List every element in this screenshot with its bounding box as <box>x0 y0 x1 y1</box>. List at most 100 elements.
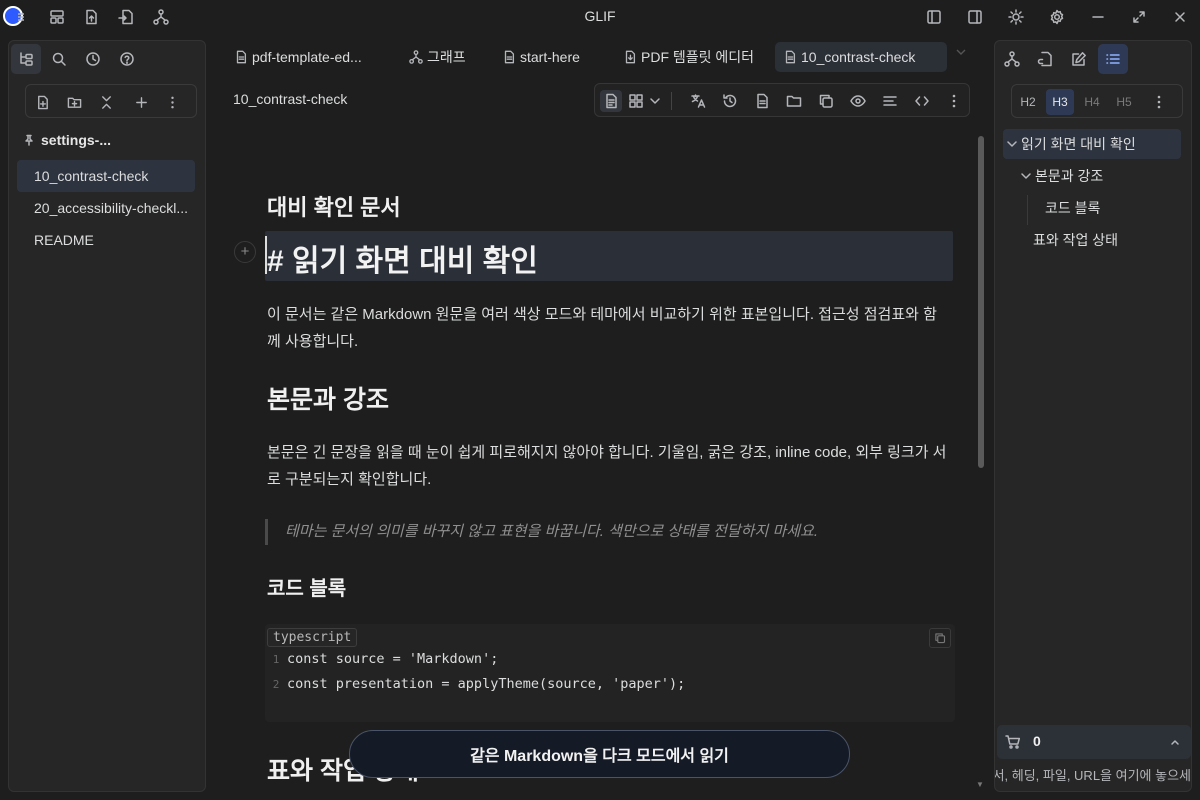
outline-options-button[interactable] <box>1146 89 1172 115</box>
new-folder-button[interactable] <box>63 91 85 113</box>
tab-recent[interactable] <box>78 44 108 74</box>
vault-name: settings-... <box>41 132 112 148</box>
reading-view-button[interactable] <box>600 90 622 112</box>
copy-button[interactable] <box>815 90 837 112</box>
right-sidebar: H2 H3 H4 H5 읽기 화면 대비 확인 본문과 강조 코드 블록 표와 … <box>994 40 1192 792</box>
collapse-icon <box>101 95 111 109</box>
preview-button[interactable] <box>847 90 869 112</box>
view-mode-dropdown[interactable] <box>647 90 663 112</box>
new-folder-icon <box>67 97 81 108</box>
chevron-down-icon <box>956 49 966 55</box>
read-in-dark-mode-button[interactable]: 같은 Markdown을 다크 모드에서 읽기 <box>349 730 850 778</box>
tab-pdf-template-editor-file[interactable]: pdf-template-ed... <box>226 42 370 72</box>
tab-help[interactable] <box>112 44 142 74</box>
translate-button[interactable] <box>687 90 709 112</box>
outline-item[interactable]: 본문과 강조 <box>1019 161 1103 191</box>
tab-label: pdf-template-ed... <box>252 49 362 65</box>
heading-2: 본문과 강조 <box>267 386 389 414</box>
open-folder-button[interactable] <box>783 90 805 112</box>
minimize-icon <box>1092 16 1104 18</box>
chevron-down-icon <box>1007 141 1017 147</box>
file-link-icon <box>1037 51 1052 67</box>
gear-icon <box>1050 9 1064 25</box>
tab-edit[interactable] <box>1064 44 1094 74</box>
outline-item[interactable]: 표와 작업 상태 <box>1033 225 1118 255</box>
heading-level-h3[interactable]: H3 <box>1046 89 1074 115</box>
document-heading: 대비 확인 문서 <box>267 195 401 220</box>
align-button[interactable] <box>879 90 901 112</box>
paragraph-line: 본문은 긴 문장을 읽을 때 눈이 쉽게 피로해지지 않아야 합니다. 기울임,… <box>267 444 947 461</box>
outline-item[interactable]: 읽기 화면 대비 확인 <box>1003 129 1181 159</box>
settings-button[interactable] <box>1045 5 1069 29</box>
file-item[interactable]: README <box>17 224 195 256</box>
folder-icon <box>786 95 802 107</box>
tab-bar: pdf-template-ed... 그래프 start-here PDF 템플… <box>214 40 986 74</box>
outline-indent-guide <box>1027 195 1028 225</box>
toggle-left-sidebar-button[interactable] <box>922 5 946 29</box>
tab-10-contrast-check[interactable]: 10_contrast-check <box>775 42 947 72</box>
cart-bar[interactable]: 0 <box>997 725 1191 759</box>
source-mode-button[interactable] <box>911 90 933 112</box>
add-block-button[interactable]: + <box>234 241 256 263</box>
theme-toggle-button[interactable] <box>1004 5 1028 29</box>
sun-icon <box>1008 9 1024 25</box>
tab-pdf-template-editor[interactable]: PDF 템플릿 에디터 <box>615 42 762 72</box>
tab-file-explorer[interactable] <box>11 44 41 74</box>
more-vertical-icon <box>1157 95 1161 109</box>
tab-backlinks[interactable] <box>1030 44 1060 74</box>
page-button[interactable] <box>751 90 773 112</box>
tab-start-here[interactable]: start-here <box>494 42 588 72</box>
tab-list-dropdown[interactable] <box>954 48 984 66</box>
scrollbar-thumb[interactable] <box>978 136 984 468</box>
file-icon <box>785 50 796 64</box>
toolbar-divider <box>671 92 672 110</box>
align-left-icon <box>883 96 897 106</box>
outline-label: 읽기 화면 대비 확인 <box>1021 136 1136 152</box>
copy-icon <box>935 633 946 644</box>
file-tree-icon <box>20 52 33 66</box>
vault-header[interactable]: settings-... <box>23 129 111 151</box>
file-item[interactable]: 10_contrast-check <box>17 160 195 192</box>
drop-zone-hint[interactable]: 서, 헤딩, 파일, URL을 여기에 놓으세 <box>995 765 1191 787</box>
history-icon <box>723 94 737 108</box>
more-options-button[interactable] <box>943 90 965 112</box>
heading-level-h4[interactable]: H4 <box>1078 89 1106 115</box>
editor-content[interactable]: ▼ 대비 확인 문서 + # 읽기 화면 대비 확인 이 문서는 같은 Mark… <box>214 120 986 792</box>
copy-code-button[interactable] <box>929 628 951 648</box>
tab-graph-view[interactable] <box>997 44 1027 74</box>
file-item[interactable]: 20_accessibility-checkl... <box>17 192 195 224</box>
tab-label: 10_contrast-check <box>801 49 916 65</box>
add-button[interactable] <box>130 91 152 113</box>
heading-level-h2[interactable]: H2 <box>1014 89 1042 115</box>
scroll-down-arrow[interactable]: ▼ <box>976 780 984 789</box>
code-block[interactable]: typescript 1 const source = 'Markdown'; 2… <box>265 624 955 722</box>
sidebar-right-icon <box>968 10 982 24</box>
tab-label: PDF 템플릿 에디터 <box>641 49 755 65</box>
heading-level-h5[interactable]: H5 <box>1110 89 1138 115</box>
close-button[interactable] <box>1168 5 1192 29</box>
collapse-all-button[interactable] <box>95 91 117 113</box>
new-note-button[interactable] <box>31 91 53 113</box>
minimize-button[interactable] <box>1086 5 1110 29</box>
code-text: const source = 'Markdown'; <box>287 651 499 667</box>
graph-icon <box>409 50 423 64</box>
outline-label: 코드 블록 <box>1045 200 1101 216</box>
tab-outline[interactable] <box>1098 44 1128 74</box>
tab-graph[interactable]: 그래프 <box>401 42 474 72</box>
maximize-button[interactable] <box>1127 5 1151 29</box>
paragraph-line: 이 문서는 같은 Markdown 원문을 여러 색상 모드와 테마에서 비교하… <box>267 306 937 323</box>
tab-search[interactable] <box>44 44 74 74</box>
heading-1[interactable]: # 읽기 화면 대비 확인 <box>267 236 538 280</box>
text-cursor <box>265 236 267 274</box>
toggle-right-sidebar-button[interactable] <box>963 5 987 29</box>
line-number: 1 <box>272 653 280 666</box>
history-button[interactable] <box>719 90 741 112</box>
chevron-down-icon <box>1021 173 1031 179</box>
grid-view-button[interactable] <box>625 90 647 112</box>
outline-item[interactable]: 코드 블록 <box>1045 193 1100 223</box>
outline-label: 본문과 강조 <box>1035 168 1104 184</box>
more-options-button[interactable] <box>161 91 183 113</box>
grid-icon <box>629 94 643 108</box>
expand-icon <box>1133 11 1145 23</box>
paragraph-line: 로 구분되는지 확인합니다. <box>267 471 432 488</box>
